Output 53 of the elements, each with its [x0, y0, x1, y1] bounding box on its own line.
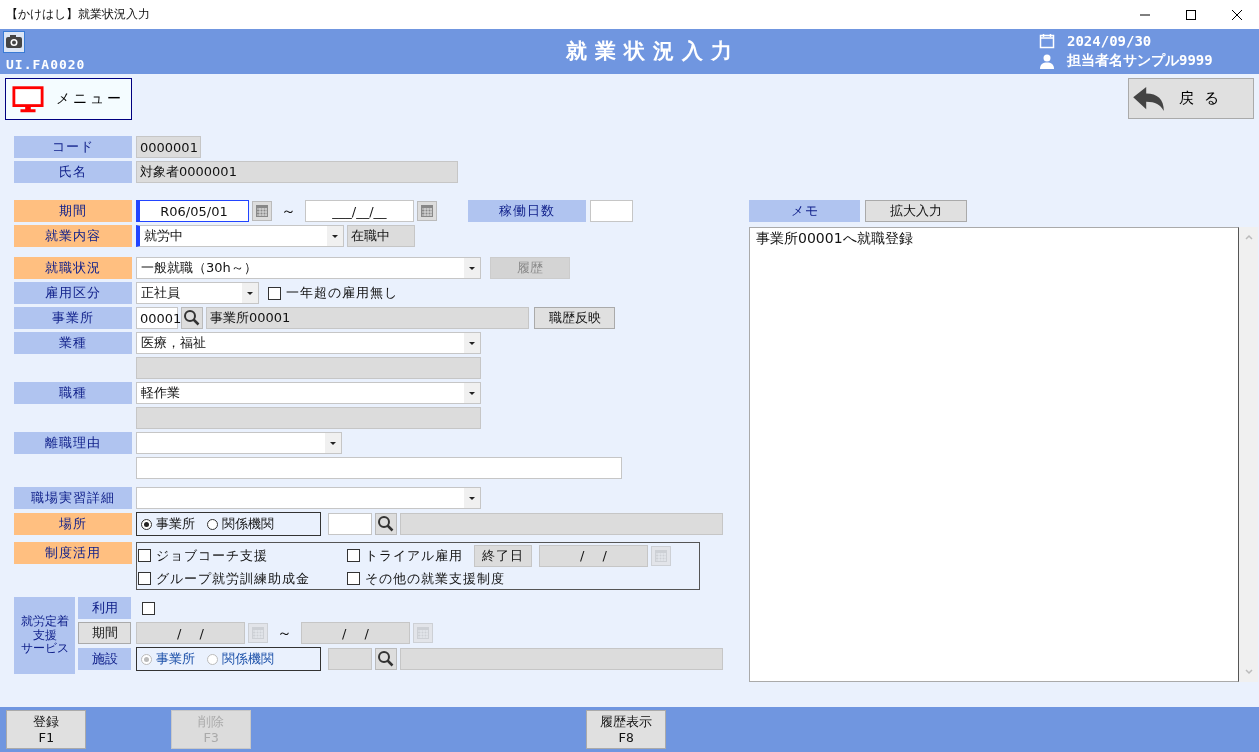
function-key-button[interactable]: 履歴表示 F8	[586, 710, 666, 749]
field-label: 離職理由	[14, 432, 132, 454]
status-field: 在職中	[347, 225, 415, 247]
career-apply-button[interactable]: 職歴反映	[534, 307, 615, 329]
field-label: 職種	[14, 382, 132, 404]
field-label: 制度活用	[14, 542, 132, 564]
memo-field[interactable]: 事業所00001へ就職登録	[749, 227, 1239, 682]
occupation-dropdown[interactable]: 軽作業	[136, 382, 481, 404]
field-label: 施設	[78, 648, 131, 670]
date-field[interactable]: R06/05/01	[136, 200, 249, 222]
screen-id: UI.FA0020	[5, 57, 87, 72]
field-label: 場所	[14, 513, 132, 535]
memo-label: メモ	[749, 200, 860, 222]
current-date: 2024/09/30	[1067, 33, 1152, 49]
name-field: 対象者0000001	[136, 161, 458, 183]
radio-label[interactable]: 関係機関	[222, 515, 274, 533]
code-field: 0000001	[136, 136, 201, 158]
field-label: 業種	[14, 332, 132, 354]
employment-status-dropdown[interactable]: 一般就職（30h～）	[136, 257, 481, 279]
range-separator: ～	[276, 623, 293, 643]
field-label: 稼働日数	[468, 200, 586, 222]
field-label: 雇用区分	[14, 282, 132, 304]
work-content-dropdown[interactable]: 就労中	[136, 225, 344, 247]
checkbox-label[interactable]: トライアル雇用	[365, 546, 463, 565]
field-label: 事業所	[14, 307, 132, 329]
checkbox-label[interactable]: その他の就業支援制度	[365, 569, 505, 588]
end-date-field: / /	[539, 544, 648, 567]
field-label: 利用	[78, 597, 131, 619]
industry-dropdown[interactable]: 医療，福祉	[136, 332, 481, 354]
employment-type-dropdown[interactable]: 正社員	[136, 282, 259, 304]
field-label: 就職状況	[14, 257, 132, 279]
field-label: 氏名	[14, 161, 132, 183]
checkbox-label[interactable]: ジョブコーチ支援	[156, 546, 268, 565]
field-label: 就労定着 支援 サービス	[14, 597, 75, 674]
checkbox-label[interactable]: 一年超の雇用無し	[286, 284, 398, 302]
checkbox-label[interactable]: グループ就労訓練助成金	[156, 569, 310, 588]
field-label: 職場実習詳細	[14, 487, 132, 509]
expand-input-button[interactable]: 拡大入力	[865, 200, 967, 222]
field-label: コード	[14, 136, 132, 158]
radio-label[interactable]: 事業所	[156, 515, 195, 533]
range-separator: ～	[280, 201, 297, 221]
office-name-field: 事業所00001	[206, 307, 529, 329]
window-title: 【かけはし】就業状況入力	[5, 6, 150, 23]
field-label: 期間	[14, 200, 132, 222]
end-date-label: 終了日	[474, 544, 532, 567]
screen-title: 就業状況入力	[564, 38, 741, 65]
date-field[interactable]: ___/__/__	[305, 200, 414, 222]
menu-button[interactable]: メニュー	[5, 78, 132, 120]
field-label: 就業内容	[14, 225, 132, 247]
back-button[interactable]: 戻る	[1128, 78, 1254, 119]
office-code-field[interactable]: 00001	[136, 307, 178, 329]
function-key-button[interactable]: 登録 F1	[6, 710, 86, 749]
user-name: 担当者名サンプル9999	[1067, 52, 1213, 70]
